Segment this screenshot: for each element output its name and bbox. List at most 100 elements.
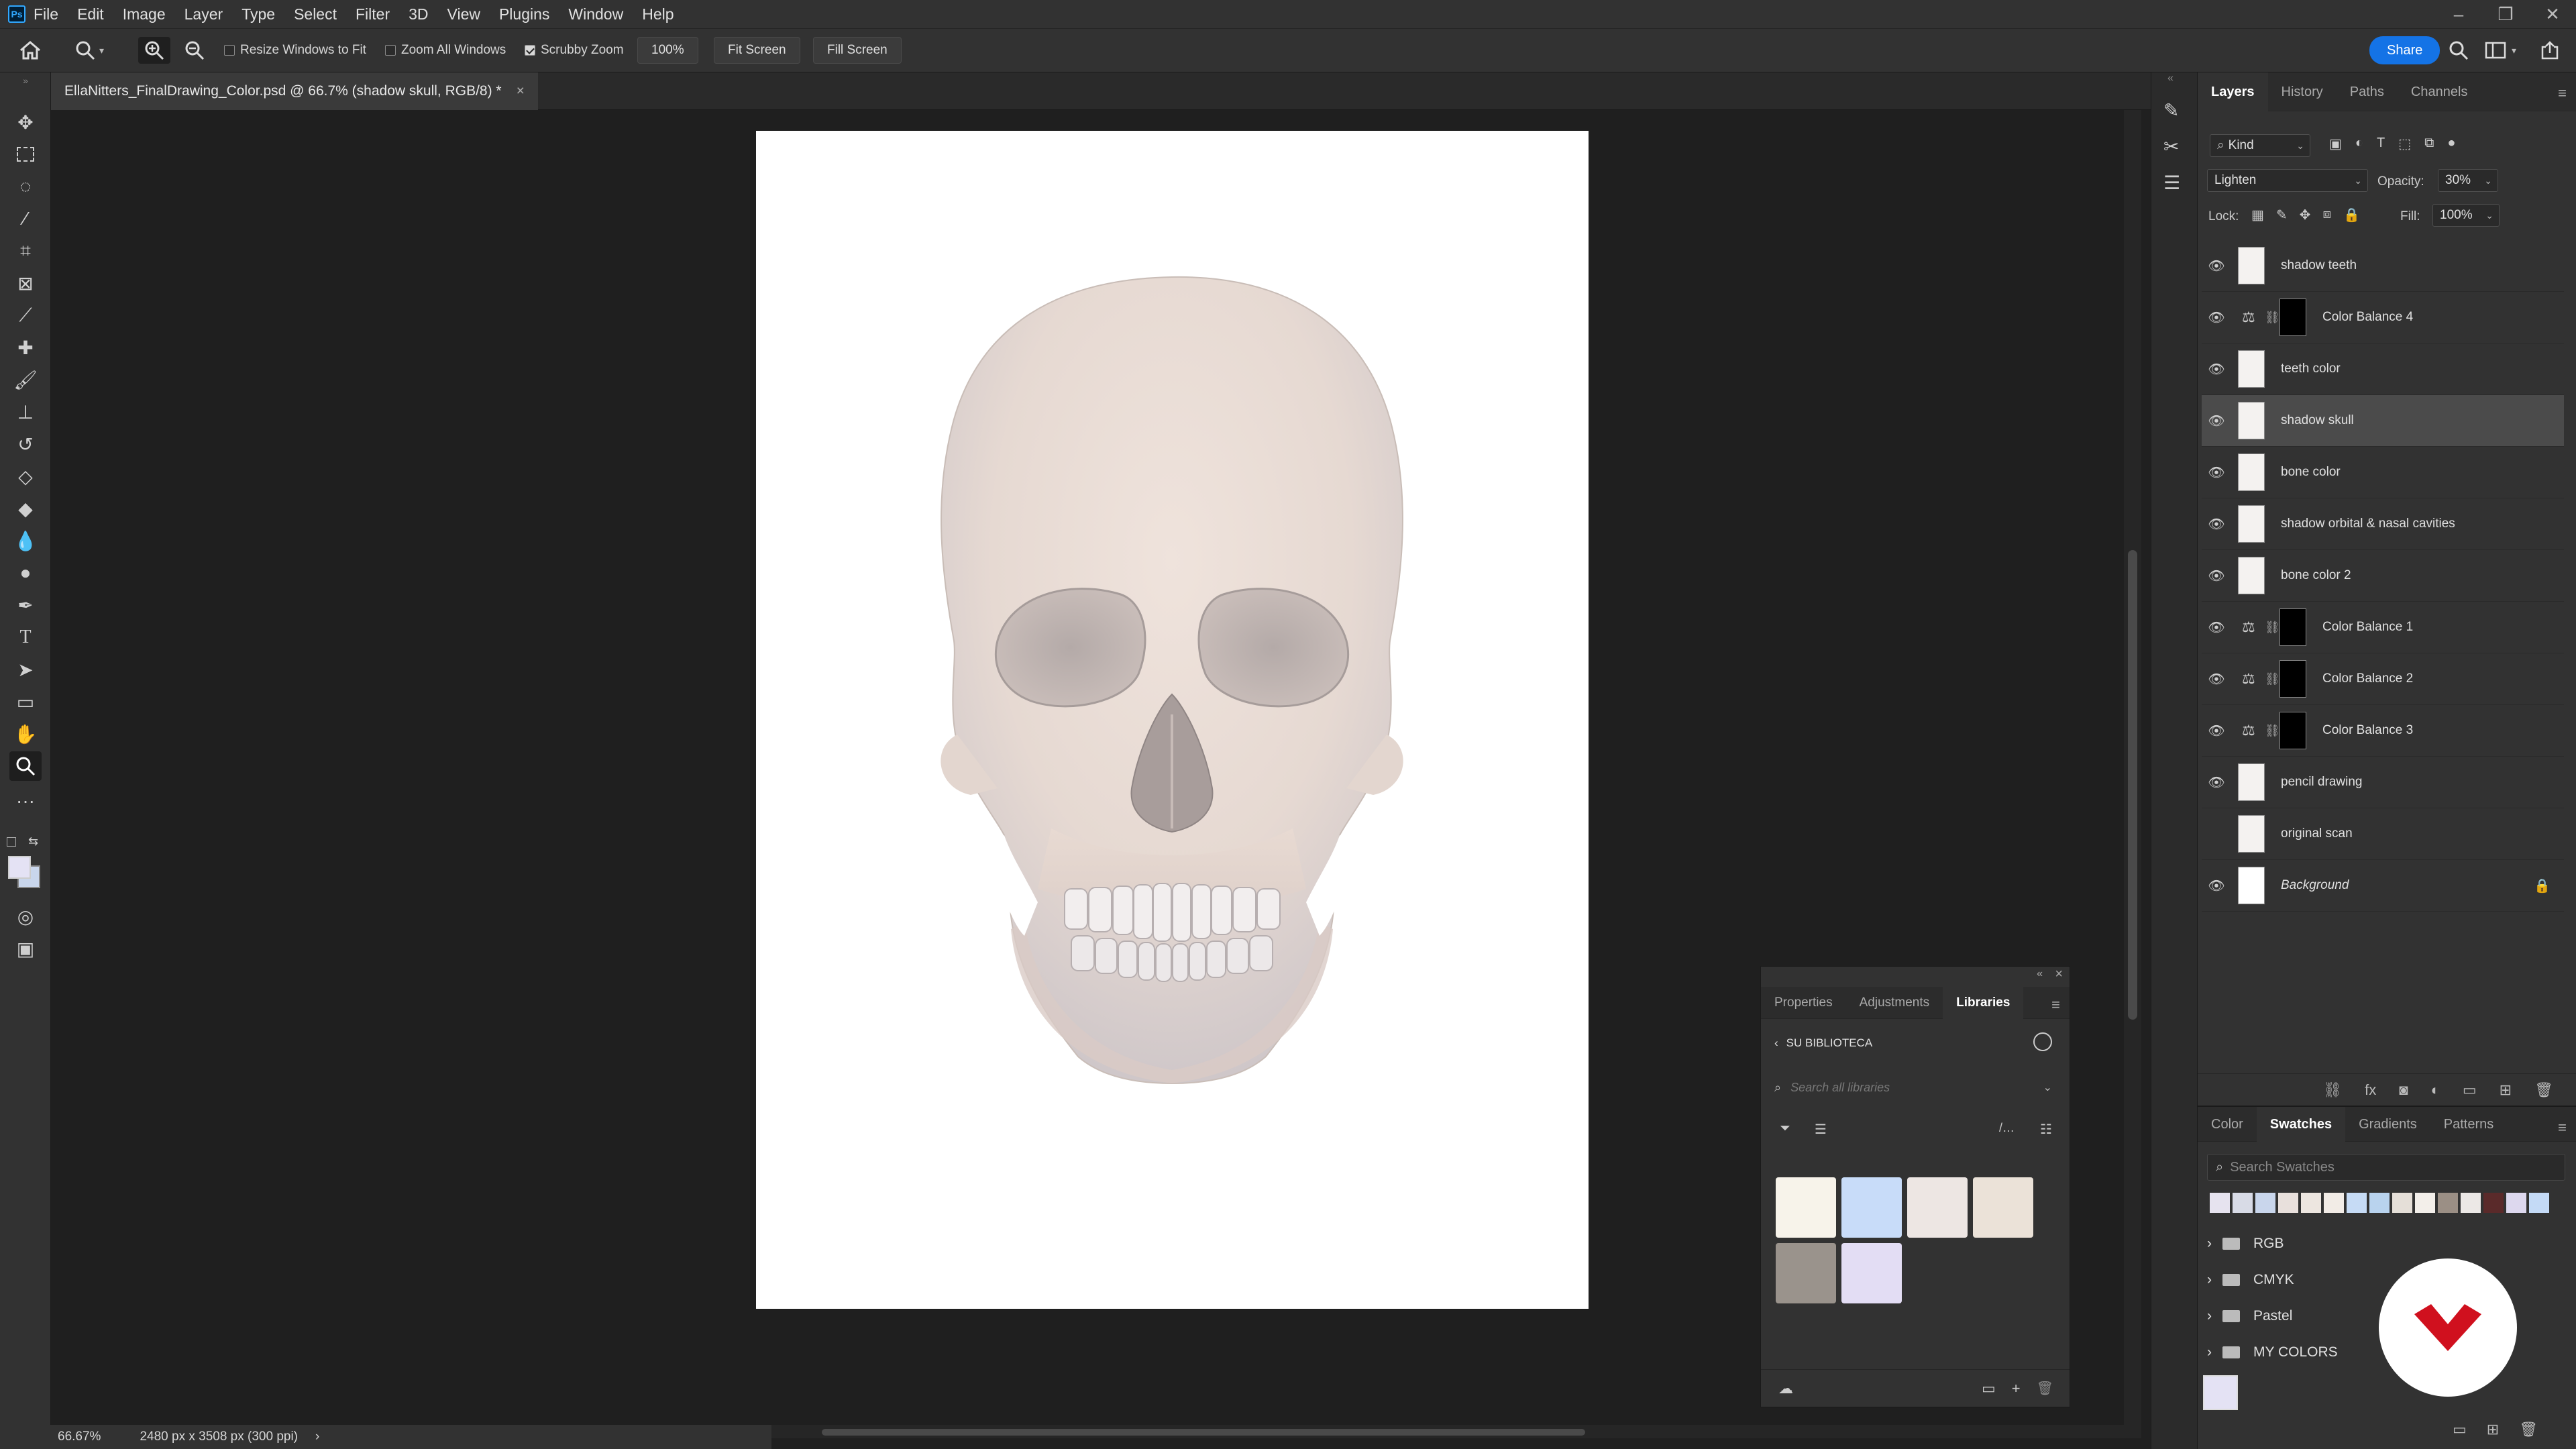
brush-tool-icon[interactable]: 🖌 (9, 365, 42, 394)
swatch[interactable] (2278, 1193, 2298, 1213)
menu-3d[interactable]: 3D (409, 5, 428, 23)
menu-select[interactable]: Select (294, 5, 337, 23)
layer-name[interactable]: bone color 2 (2281, 568, 2351, 583)
swatches-search[interactable]: ⌕ Search Swatches (2207, 1154, 2565, 1181)
library-color-swatch[interactable] (1841, 1243, 1902, 1303)
foreground-color-swatch[interactable] (8, 856, 31, 879)
lock-artboard-icon[interactable]: ⧈ (2322, 207, 2331, 223)
menu-filter[interactable]: Filter (356, 5, 390, 23)
healing-brush-tool-icon[interactable]: ✚ (9, 333, 42, 362)
default-colors-icon[interactable] (7, 837, 16, 847)
fit-screen-button[interactable]: Fit Screen (714, 37, 800, 64)
tab-layers[interactable]: Layers (2198, 72, 2268, 111)
eraser-tool-icon[interactable]: ◇ (9, 462, 42, 491)
layer-row[interactable]: 👁 Background 🔒 (2202, 860, 2564, 912)
menu-layer[interactable]: Layer (184, 5, 223, 23)
shape-filter-icon[interactable]: ⬚ (2398, 136, 2411, 152)
close-tab-icon[interactable]: × (517, 83, 525, 99)
library-color-swatch[interactable] (1776, 1177, 1836, 1238)
zoom-all-checkbox[interactable]: Zoom All Windows (385, 37, 506, 64)
layer-row[interactable]: 👁 bone color (2202, 447, 2564, 498)
fill-field[interactable]: 100% ⌄ (2432, 204, 2500, 227)
layer-thumbnail[interactable] (2238, 867, 2265, 904)
opacity-field[interactable]: 30% ⌄ (2438, 169, 2498, 192)
zoom-tool-preset[interactable]: ▾ (75, 37, 104, 64)
layer-row[interactable]: 👁 shadow teeth (2202, 240, 2564, 292)
menu-help[interactable]: Help (642, 5, 674, 23)
panel-menu-icon[interactable]: ≡ (2051, 996, 2060, 1014)
close-panel-icon[interactable]: × (2055, 967, 2063, 982)
swatch-folder-cmyk[interactable]: › CMYK (2207, 1267, 2294, 1293)
eye-icon[interactable]: 👁 (2202, 361, 2231, 378)
more-tools-icon[interactable]: ··· (9, 786, 42, 816)
layer-name[interactable]: shadow teeth (2281, 258, 2357, 273)
tab-patterns[interactable]: Patterns (2430, 1107, 2507, 1142)
menu-type[interactable]: Type (241, 5, 275, 23)
swatch[interactable] (2255, 1193, 2275, 1213)
scrubby-zoom-checkbox[interactable]: Scrubby Zoom (525, 37, 624, 64)
pen-tool-icon[interactable]: ✒ (9, 590, 42, 620)
adjustment-sliders-icon[interactable]: ☰ (2163, 172, 2180, 194)
marquee-tool-icon[interactable] (9, 140, 42, 169)
swatch[interactable] (2483, 1193, 2504, 1213)
layer-name[interactable]: original scan (2281, 826, 2353, 841)
swatch[interactable] (2461, 1193, 2481, 1213)
new-layer-icon[interactable]: ⊞ (2500, 1081, 2512, 1099)
trash-icon[interactable]: 🗑 (2037, 1380, 2053, 1397)
lock-position-icon[interactable]: ✥ (2300, 207, 2311, 223)
status-menu-arrow[interactable]: › (315, 1430, 319, 1444)
filter-toggle-icon[interactable]: ● (2447, 136, 2455, 152)
menu-plugins[interactable]: Plugins (499, 5, 549, 23)
cloud-icon[interactable]: ☁ (1778, 1380, 1793, 1397)
swatch[interactable] (2438, 1193, 2458, 1213)
layer-row[interactable]: 👁 ⚖ ⛓ Color Balance 4 (2202, 292, 2564, 343)
delete-swatch-icon[interactable]: 🗑 (2519, 1421, 2538, 1438)
eye-icon[interactable]: 👁 (2202, 309, 2231, 326)
layer-row[interactable]: 👁 teeth color (2202, 343, 2564, 395)
hand-tool-icon[interactable]: ✋ (9, 719, 42, 749)
resize-windows-checkbox[interactable]: Resize Windows to Fit (224, 37, 366, 64)
layer-thumbnail[interactable] (2238, 763, 2265, 801)
home-button[interactable] (19, 37, 42, 64)
eye-icon[interactable]: 👁 (2202, 413, 2231, 429)
crop-tool-icon[interactable]: ⌗ (9, 236, 42, 266)
adjustment-filter-icon[interactable]: ◐ (2355, 136, 2363, 152)
swatch[interactable] (2347, 1193, 2367, 1213)
type-tool-icon[interactable]: T (9, 623, 42, 652)
stamp-tool-icon[interactable]: ⊥ (9, 397, 42, 427)
panel-menu-icon[interactable]: ≡ (2558, 85, 2567, 102)
library-back-button[interactable]: ‹ SU BIBLIOTECA (1774, 1036, 1872, 1050)
document-tab[interactable]: EllaNitters_FinalDrawing_Color.psd @ 66.… (51, 72, 538, 110)
eye-icon[interactable]: 👁 (2202, 516, 2231, 533)
zoom-in-button[interactable] (138, 37, 170, 64)
pixel-filter-icon[interactable]: ▣ (2329, 136, 2342, 152)
zoom-100-button[interactable]: 100% (637, 37, 698, 64)
zoom-tool-icon[interactable] (9, 751, 42, 781)
layer-name[interactable]: shadow skull (2281, 413, 2354, 428)
swatch-folder-rgb[interactable]: › RGB (2207, 1230, 2284, 1257)
tab-properties[interactable]: Properties (1761, 987, 1846, 1019)
frame-tool-icon[interactable]: ⊠ (9, 268, 42, 298)
show-icon[interactable]: /… (1999, 1121, 2015, 1135)
list-view-icon[interactable]: ☷ (2040, 1121, 2052, 1138)
add-mask-icon[interactable]: ◙ (2399, 1081, 2408, 1099)
layer-thumbnail[interactable] (2238, 247, 2265, 284)
swatch[interactable] (2301, 1193, 2321, 1213)
horizontal-scroll-thumb[interactable] (822, 1429, 1585, 1436)
lock-transparent-icon[interactable]: ▦ (2251, 207, 2264, 223)
eye-icon[interactable]: 👁 (2202, 568, 2231, 584)
collapse-panel-icon[interactable]: « (2037, 968, 2043, 980)
library-color-swatch[interactable] (1841, 1177, 1902, 1238)
eye-icon[interactable]: 👁 (2202, 619, 2231, 636)
eye-icon[interactable]: 👁 (2202, 877, 2231, 894)
layer-mask-thumbnail[interactable] (2279, 608, 2306, 646)
swatch[interactable] (2506, 1193, 2526, 1213)
dodge-tool-icon[interactable]: ● (9, 558, 42, 588)
layer-name[interactable]: Color Balance 2 (2322, 672, 2413, 686)
layer-name[interactable]: Color Balance 4 (2322, 310, 2413, 325)
swap-colors-icon[interactable]: ⇆ (28, 835, 38, 849)
eye-icon[interactable]: 👁 (2202, 258, 2231, 274)
tab-gradients[interactable]: Gradients (2345, 1107, 2430, 1142)
new-adjustment-icon[interactable]: ◐ (2431, 1081, 2440, 1099)
layer-row[interactable]: 👁 bone color 2 (2202, 550, 2564, 602)
